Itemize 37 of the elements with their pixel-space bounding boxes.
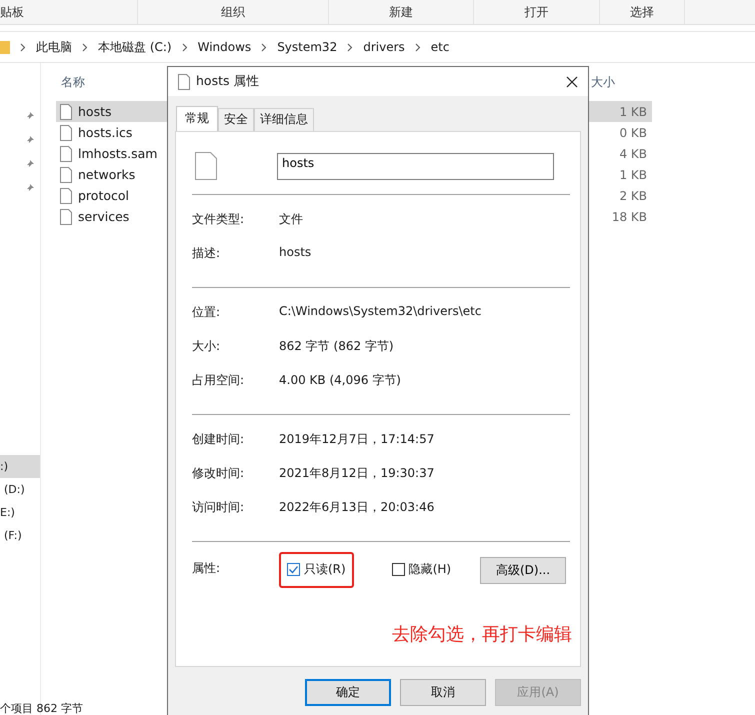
- property-label: 文件类型:: [192, 211, 246, 228]
- property-label: 大小:: [192, 338, 222, 355]
- property-label: 访问时间:: [192, 499, 246, 516]
- file-size: 18 KB: [610, 210, 647, 224]
- file-name: services: [78, 209, 130, 224]
- property-label: 描述:: [192, 245, 222, 262]
- property-label: 位置:: [192, 304, 222, 321]
- file-size: 1 KB: [618, 104, 647, 118]
- ribbon-group-label: 打开: [474, 0, 600, 24]
- property-value: 862 字节 (862 字节): [279, 338, 394, 355]
- property-value: 2021年8月12日，19:30:37: [279, 465, 434, 482]
- status-text: 个项目 862 字节: [0, 701, 80, 715]
- file-name: hosts.ics: [78, 125, 132, 140]
- property-value: hosts: [279, 245, 312, 261]
- property-value: 2019年12月7日，17:14:57: [279, 431, 434, 448]
- file-size: 1 KB: [618, 168, 647, 182]
- property-label: 占用空间:: [192, 372, 246, 389]
- file-name: lmhosts.sam: [78, 146, 158, 161]
- property-label: 修改时间:: [192, 465, 246, 482]
- property-value: 2022年6月13日，20:03:46: [279, 499, 434, 516]
- file-size: 4 KB: [618, 146, 647, 160]
- file-size: 0 KB: [618, 126, 647, 140]
- ribbon-group-label: 新建: [329, 0, 474, 24]
- file-name: hosts: [78, 104, 112, 119]
- ribbon-group-label: 贴板: [0, 0, 138, 24]
- dialog-title: hosts 属性: [196, 73, 260, 90]
- file-size: 2 KB: [618, 188, 647, 202]
- property-label: 创建时间:: [192, 431, 246, 448]
- property-label: 属性:: [192, 560, 222, 577]
- ribbon-group-label: 组织: [138, 0, 329, 24]
- file-name: protocol: [78, 188, 129, 203]
- property-value: C:\Windows\System32\drivers\etc: [279, 304, 482, 320]
- ribbon-group-label: 选择: [600, 0, 685, 24]
- property-value: 文件: [279, 211, 303, 228]
- property-value: 4.00 KB (4,096 字节): [279, 372, 401, 389]
- annotation-text: 去除勾选，再打卡编辑: [391, 623, 572, 646]
- file-name: networks: [78, 167, 136, 182]
